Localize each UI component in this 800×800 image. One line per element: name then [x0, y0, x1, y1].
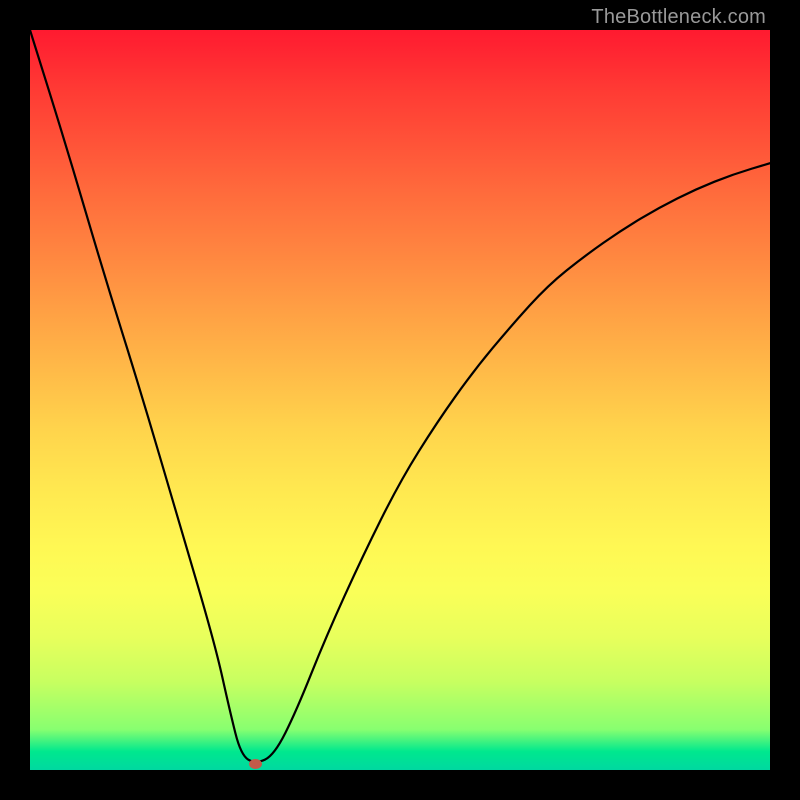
watermark-text: TheBottleneck.com [591, 6, 766, 29]
bottleneck-curve [30, 30, 770, 770]
chart-frame: TheBottleneck.com [0, 0, 800, 800]
plot-area [30, 30, 770, 770]
